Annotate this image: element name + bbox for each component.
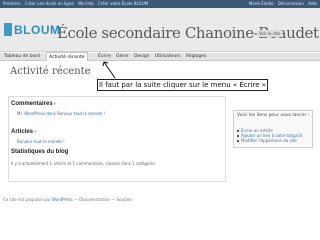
chevron-right-icon: » bbox=[53, 101, 57, 107]
tab-users[interactable]: Utilisateurs bbox=[153, 53, 183, 61]
activity-panel: Commentaires» Mr. WordPress dans Bonjour… bbox=[8, 96, 226, 182]
footer-text-before: Ce site est propulsé par bbox=[3, 197, 51, 202]
article-link[interactable]: Bonjour tout le monde ! bbox=[17, 139, 65, 144]
stats-heading: Statistiques du blog bbox=[11, 149, 69, 155]
link-change-appearance[interactable]: Modifier l'apparence du site bbox=[237, 138, 302, 143]
getting-started-list: Écrire un article Ajouter un lien à votr… bbox=[237, 128, 302, 143]
instruction-callout: Il faut par la suite cliquer sur le menu… bbox=[97, 79, 268, 91]
top-bar: Premiers Créer une école en ligne Ma lis… bbox=[0, 0, 320, 8]
top-bar-links: Premiers Créer une école en ligne Ma lis… bbox=[3, 1, 151, 7]
site-header: BLOUM École secondaire Chanoine-Beaudet … bbox=[0, 8, 320, 52]
getting-started-box: Voici les liens pour vous lancer : Écrir… bbox=[233, 110, 313, 148]
bloum-logo[interactable]: BLOUM bbox=[4, 22, 60, 44]
link-change-appearance-label: Modifier l'apparence du site bbox=[241, 138, 297, 143]
footer: Ce site est propulsé par WordPress — Doc… bbox=[3, 197, 132, 202]
logo-text: BLOUM bbox=[14, 23, 61, 37]
user-greeting[interactable]: Marie Élodie bbox=[249, 1, 274, 6]
top-link-3[interactable]: Ma liste bbox=[78, 1, 94, 6]
tab-design[interactable]: Design bbox=[132, 53, 152, 61]
user-area: Marie Élodie Déconnexion Aide bbox=[246, 1, 317, 7]
comment-item[interactable]: Mr. WordPress dans Bonjour tout le monde… bbox=[17, 111, 105, 116]
top-link-2[interactable]: Créer une école en ligne bbox=[25, 1, 74, 6]
getting-started-title: Voici les liens pour vous lancer : bbox=[237, 113, 310, 118]
bullet-icon bbox=[237, 140, 239, 142]
callout-arrow-icon bbox=[102, 61, 116, 79]
top-link-1[interactable]: Premiers bbox=[3, 1, 21, 6]
help-link[interactable]: Aide bbox=[308, 1, 317, 6]
tab-recent-activity[interactable]: Activité récente bbox=[46, 52, 88, 61]
articles-title: Articles bbox=[11, 129, 34, 135]
visit-site-button[interactable]: Voir le site bbox=[257, 30, 282, 37]
tab-dashboard[interactable]: Tableau de bord bbox=[2, 53, 42, 61]
top-link-4[interactable]: Créer votre École BLOUM bbox=[98, 1, 148, 6]
bullet-icon bbox=[237, 130, 239, 132]
chevron-right-icon: » bbox=[34, 129, 37, 135]
article-item[interactable]: Bonjour tout le monde ! bbox=[17, 139, 65, 144]
admin-menu: Tableau de bord Activité récente Écrire … bbox=[0, 52, 320, 61]
logout-link[interactable]: Déconnexion bbox=[278, 1, 304, 6]
comments-title: Commentaires bbox=[11, 101, 53, 107]
articles-heading[interactable]: Articles» bbox=[11, 129, 37, 135]
comment-link[interactable]: Mr. WordPress dans Bonjour tout le monde… bbox=[17, 111, 105, 116]
bullet-icon bbox=[237, 135, 239, 137]
footer-text-after: — Documentation — Soutien bbox=[73, 197, 132, 202]
footer-wordpress-link[interactable]: WordPress bbox=[52, 197, 73, 202]
stats-text: Il y a actuellement 1 article et 1 comme… bbox=[11, 161, 157, 166]
logo-mark-icon bbox=[4, 23, 12, 36]
comments-heading[interactable]: Commentaires» bbox=[11, 101, 56, 107]
page-title: Activité récente bbox=[10, 66, 91, 77]
tab-settings[interactable]: Réglages bbox=[184, 53, 209, 61]
